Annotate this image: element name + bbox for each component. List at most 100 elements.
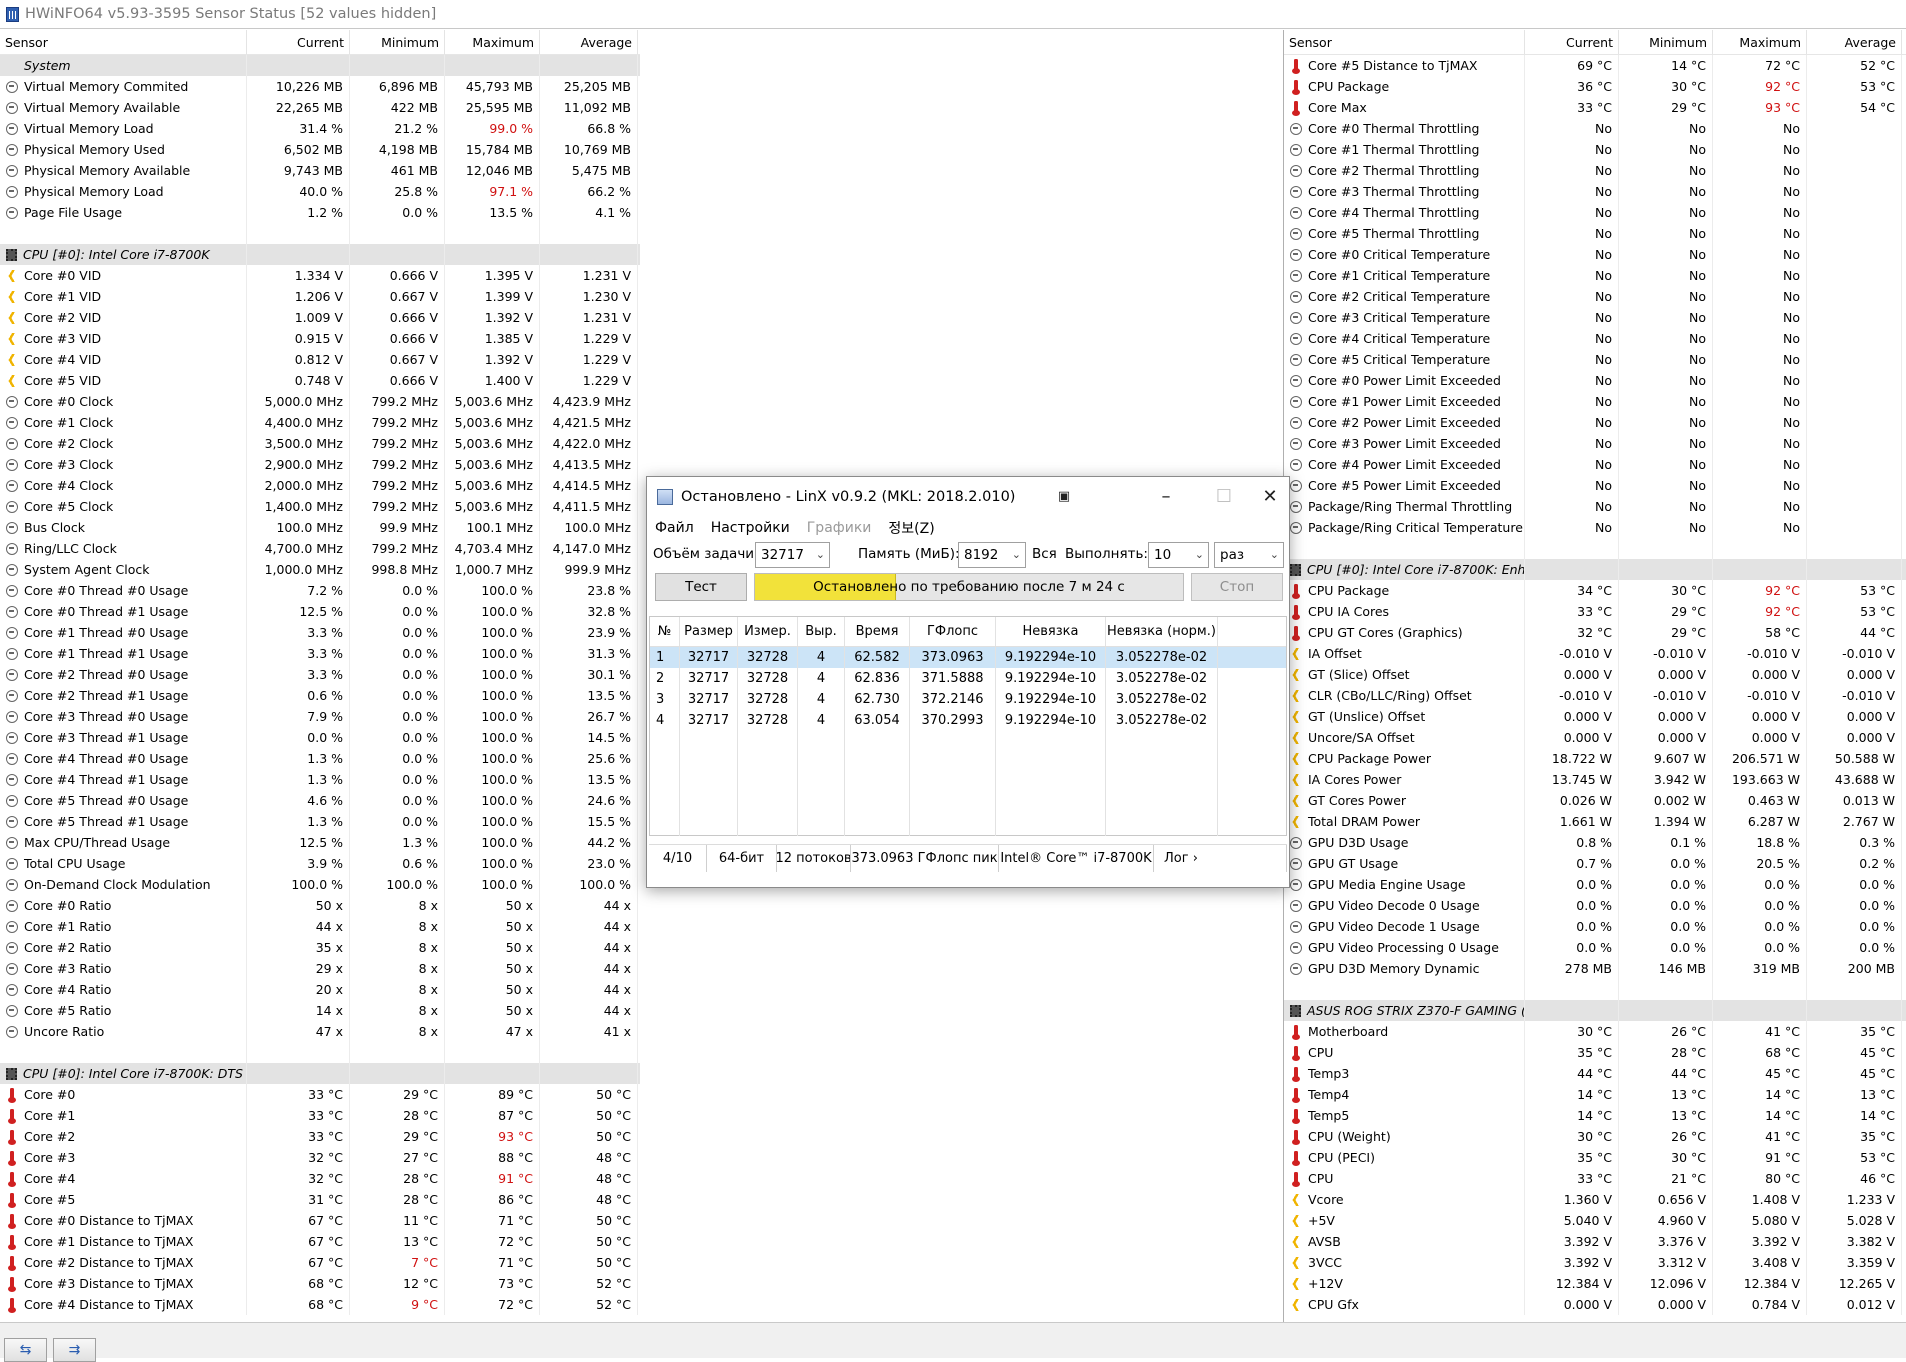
sensor-row[interactable]: Virtual Memory Load 31.4 % 21.2 % 99.0 % 66.… [0,118,640,139]
sensor-row[interactable]: On-Demand Clock Modulation 100.0 % 100.0 %… [0,874,640,895]
minimize-button[interactable]: – [1143,477,1189,516]
sensor-row[interactable]: Core #1 Critical Temperature No No No [1284,265,1906,286]
sensor-row[interactable]: Core #4 Thread #0 Usage 1.3 % 0.0 % 100.0 %… [0,748,640,769]
sensor-row[interactable]: Core #3 Clock 2,900.0 MHz 799.2 MHz 5,003.6… [0,454,640,475]
sensor-row[interactable]: Core #0 Ratio 50 x8 x 50 x 44 x [0,895,640,916]
sensor-row[interactable]: Core #1 Thread #1 Usage 3.3 % 0.0 % 100.0 %… [0,643,640,664]
close-button[interactable]: ✕ [1247,477,1293,516]
results-header-cell[interactable]: Невязка (норм.) [1106,617,1218,646]
memory-combo[interactable]: 8192 ⌄ [958,542,1026,568]
sensor-row[interactable]: Core #4 Critical Temperature No No No [1284,328,1906,349]
sensor-row[interactable]: Core #4 Distance to TjMAX 68 °C 9 °C 72 °C 5… [0,1294,640,1315]
run-unit-combo[interactable]: раз ⌄ [1214,542,1284,568]
sensor-row[interactable]: GT (Slice) Offset 0.000 V 0.000 V 0.000 V 0.… [1284,664,1906,685]
sensor-row[interactable]: Core #4 32 °C 28 °C 91 °C 48 °C [0,1168,640,1189]
sensor-row[interactable]: Core #4 Thread #1 Usage 1.3 % 0.0 % 100.0 %… [0,769,640,790]
sensor-panel-right[interactable]: Sensor Current Minimum Maximum Average C… [1283,30,1906,1322]
sensor-row[interactable]: CPU Package Power 18.722 W 9.607 W 206.571 … [1284,748,1906,769]
sensor-row[interactable]: Core #1 Power Limit Exceeded No No No [1284,391,1906,412]
sensor-row[interactable]: Core #2 VID 1.009 V 0.666 V 1.392 V 1.231 V [0,307,640,328]
status-log[interactable]: Лог › [1154,845,1287,872]
sensor-row[interactable]: CPU 33 °C 21 °C 80 °C 46 °C [1284,1168,1906,1189]
menu-graphs[interactable]: Графики [807,520,872,536]
sensor-row[interactable]: Core #0 Thermal Throttling No No No [1284,118,1906,139]
menu-file[interactable]: Файл [655,520,694,536]
sensor-row[interactable]: Vcore 1.360 V 0.656 V 1.408 V 1.233 V [1284,1189,1906,1210]
sensor-row[interactable]: Core #5 Thread #0 Usage 4.6 % 0.0 % 100.0 %… [0,790,640,811]
sensor-row[interactable]: Core #2 Distance to TjMAX 67 °C 7 °C 71 °C 5… [0,1252,640,1273]
menu-settings[interactable]: Настройки [711,520,790,536]
sensor-row[interactable]: Core #1 Ratio 44 x8 x 50 x 44 x [0,916,640,937]
sensor-row[interactable]: Core #4 Power Limit Exceeded No No No [1284,454,1906,475]
sensor-row[interactable]: GT (Unslice) Offset 0.000 V 0.000 V 0.000 V… [1284,706,1906,727]
back-forward-button[interactable]: ⇆ [4,1338,47,1362]
sensor-row[interactable]: Core #1 33 °C 28 °C 87 °C 50 °C [0,1105,640,1126]
sensor-row[interactable]: GPU Media Engine Usage 0.0 % 0.0 % 0.0 % 0.0… [1284,874,1906,895]
sensor-row[interactable]: Core #3 Distance to TjMAX 68 °C 12 °C 73 °C… [0,1273,640,1294]
sensor-row[interactable]: Core #3 Thread #1 Usage 0.0 % 0.0 % 100.0 %… [0,727,640,748]
sensor-row[interactable]: Motherboard 30 °C 26 °C 41 °C 35 °C [1284,1021,1906,1042]
sensor-row[interactable]: CPU Package 34 °C 30 °C 92 °C 53 °C [1284,580,1906,601]
sensor-row[interactable]: Core #3 Critical Temperature No No No [1284,307,1906,328]
sensor-row[interactable]: Temp5 14 °C 13 °C 14 °C 14 °C [1284,1105,1906,1126]
linx-title-bar[interactable]: Остановлено - LinX v0.9.2 (MKL: 2018.2.0… [647,477,1289,516]
sensor-row[interactable]: CPU IA Cores 33 °C 29 °C 92 °C 53 °C [1284,601,1906,622]
results-header-cell[interactable]: Невязка [996,617,1106,646]
sensor-row[interactable]: CPU 35 °C 28 °C 68 °C 45 °C [1284,1042,1906,1063]
sensor-row[interactable]: Core #3 Thermal Throttling No No No [1284,181,1906,202]
sensor-row[interactable]: Core #0 Distance to TjMAX 67 °C 11 °C 71 °C… [0,1210,640,1231]
sensor-row[interactable]: Core #4 VID 0.812 V 0.667 V 1.392 V 1.229 V [0,349,640,370]
results-row[interactable]: 4 32717 32728 4 63.054 370.2993 9.192294e-10 3.… [650,710,1286,731]
sensor-row[interactable]: GPU Video Processing 0 Usage 0.0 % 0.0 % 0.… [1284,937,1906,958]
sensor-row[interactable]: Core #2 Clock 3,500.0 MHz 799.2 MHz 5,003.6… [0,433,640,454]
results-header-cell[interactable]: № [650,617,680,646]
sensor-row[interactable]: Core #0 Power Limit Exceeded No No No [1284,370,1906,391]
sensor-row[interactable]: CLR (CBo/LLC/Ring) Offset -0.010 V -0.010 … [1284,685,1906,706]
sensor-row[interactable]: Core #5 Power Limit Exceeded No No No [1284,475,1906,496]
sensor-row[interactable]: Core #3 Ratio 29 x8 x 50 x 44 x [0,958,640,979]
results-row[interactable]: 2 32717 32728 4 62.836 371.5888 9.192294e-10 3.… [650,668,1286,689]
run-count-combo[interactable]: 10 ⌄ [1148,542,1209,568]
sensor-row[interactable]: Core #2 33 °C 29 °C 93 °C 50 °C [0,1126,640,1147]
sensor-row[interactable]: Uncore Ratio 47 x8 x 47 x 41 x [0,1021,640,1042]
sensor-row[interactable]: Core #2 Ratio 35 x8 x 50 x 44 x [0,937,640,958]
sensor-row[interactable]: Ring/LLC Clock 4,700.0 MHz 799.2 MHz 4,703.… [0,538,640,559]
sensor-row[interactable]: Core #2 Thread #1 Usage 0.6 % 0.0 % 100.0 %… [0,685,640,706]
sensor-row[interactable]: Core #0 Clock 5,000.0 MHz 799.2 MHz 5,003.6… [0,391,640,412]
results-row[interactable]: 1 32717 32728 4 62.582 373.0963 9.192294e-10 3.… [650,647,1286,668]
results-header-cell[interactable]: Выр. [798,617,845,646]
sensor-row[interactable]: Core #2 Thermal Throttling No No No [1284,160,1906,181]
sensor-row[interactable]: AVSB 3.392 V 3.376 V 3.392 V 3.382 V [1284,1231,1906,1252]
sensor-row[interactable]: Core #4 Thermal Throttling No No No [1284,202,1906,223]
sensor-row[interactable]: CPU GT Cores (Graphics) 32 °C 29 °C 58 °C 44… [1284,622,1906,643]
sensor-row[interactable]: GT Cores Power 0.026 W 0.002 W 0.463 W 0.013… [1284,790,1906,811]
sensor-group-header[interactable]: CPU [#0]: Intel Core i7-8700K [0,244,640,265]
sensor-group-header[interactable]: CPU [#0]: Intel Core i7-8700K: Enh... [1284,559,1906,580]
sensor-row[interactable]: Total DRAM Power 1.661 W 1.394 W 6.287 W 2.7… [1284,811,1906,832]
problem-size-combo[interactable]: 32717 ⌄ [755,542,830,568]
sensor-row[interactable]: GPU GT Usage 0.7 % 0.0 % 20.5 % 0.2 % [1284,853,1906,874]
sensor-row[interactable]: Core #3 32 °C 27 °C 88 °C 48 °C [0,1147,640,1168]
sensor-row[interactable]: Physical Memory Available 9,743 MB 461 MB 1… [0,160,640,181]
sensor-row[interactable]: +5V 5.040 V 4.960 V 5.080 V 5.028 V [1284,1210,1906,1231]
linx-results-table[interactable]: № Размер Измер. Выр. Время ГФлопс Невязка Невяз… [649,616,1287,836]
sensor-row[interactable]: Core #4 Clock 2,000.0 MHz 799.2 MHz 5,003.6… [0,475,640,496]
sensor-row[interactable]: Uncore/SA Offset 0.000 V 0.000 V 0.000 V 0.0… [1284,727,1906,748]
sensor-row[interactable]: Core #5 Thermal Throttling No No No [1284,223,1906,244]
sensor-row[interactable]: Package/Ring Thermal Throttling No No No [1284,496,1906,517]
sensor-row[interactable]: Core #2 Power Limit Exceeded No No No [1284,412,1906,433]
sensor-row[interactable]: Core #5 31 °C 28 °C 86 °C 48 °C [0,1189,640,1210]
sensor-row[interactable]: GPU Video Decode 1 Usage 0.0 % 0.0 % 0.0 % 0… [1284,916,1906,937]
sensor-row[interactable]: Core #0 VID 1.334 V 0.666 V 1.395 V 1.231 V [0,265,640,286]
col-maximum-header-right[interactable]: Maximum [1713,30,1807,54]
sensor-row[interactable]: Core #1 Thermal Throttling No No No [1284,139,1906,160]
sensor-row[interactable]: CPU (Weight) 30 °C 26 °C 41 °C 35 °C [1284,1126,1906,1147]
col-average-header[interactable]: Average [540,30,638,54]
sensor-group-header[interactable]: System [0,55,640,76]
sensor-row[interactable]: IA Offset -0.010 V -0.010 V -0.010 V -0.010 … [1284,643,1906,664]
sensor-row[interactable]: IA Cores Power 13.745 W 3.942 W 193.663 W 43… [1284,769,1906,790]
results-row[interactable]: 3 32717 32728 4 62.730 372.2146 9.192294e-10 3.… [650,689,1286,710]
sensor-row[interactable]: Core #0 33 °C 29 °C 89 °C 50 °C [0,1084,640,1105]
next-button[interactable]: ⇉ [53,1338,96,1362]
sensor-row[interactable]: Physical Memory Used 6,502 MB 4,198 MB 15,7… [0,139,640,160]
